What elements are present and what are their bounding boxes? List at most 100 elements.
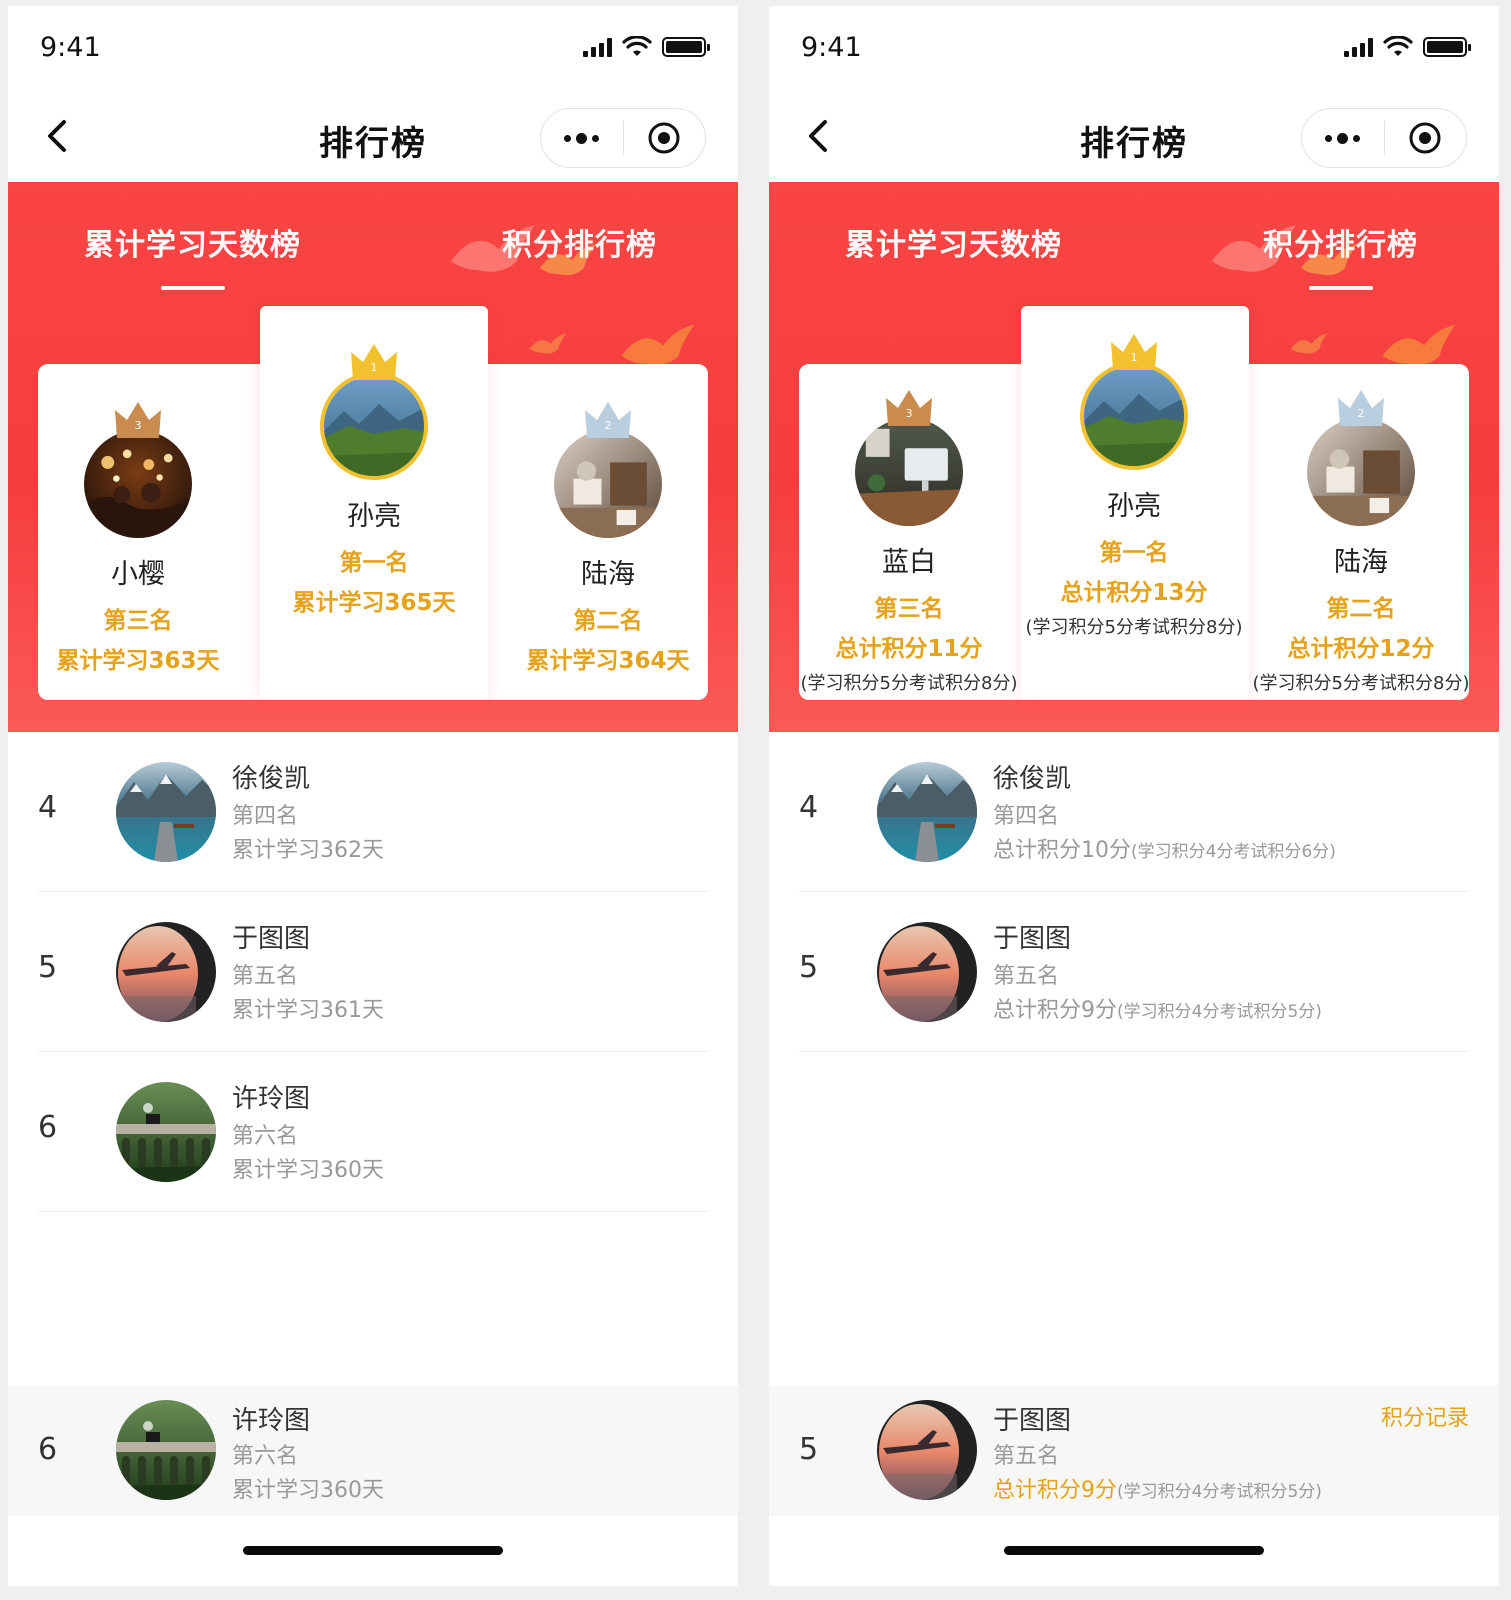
user-name: 许玲图: [232, 1084, 311, 1114]
svg-text:3: 3: [135, 419, 142, 432]
user-name: 于图图: [993, 924, 1072, 954]
podium-third[interactable]: 3 蓝白 第三名 总计积分11分 (学习积分5分考试积分8分): [799, 386, 1019, 695]
rank-label: 第五名: [993, 1444, 1060, 1469]
ranking-header: 累计学习天数榜 积分排行榜 3 蓝白 第三名 总计积分11分 (学习积分5分考试…: [769, 182, 1499, 732]
svg-text:2: 2: [605, 419, 612, 432]
rank-number: 5: [799, 1432, 819, 1467]
list-item[interactable]: 4 徐俊凯 第四名 总计积分10分(学习积分4分考试积分6分): [799, 732, 1469, 892]
podium-third[interactable]: 3 小樱 第三名 累计学习363天: [48, 398, 228, 675]
dove-decoration: [528, 332, 568, 358]
wifi-icon: [622, 36, 652, 56]
phone-screen-days: 9:41 排行榜 累计学习天数榜 积分排行榜 3 小樱 第三名 累计学习363天…: [8, 6, 738, 1586]
my-ranking-bar[interactable]: 5 于图图 第五名 总计积分9分(学习积分4分考试积分5分) 积分记录: [769, 1386, 1499, 1516]
podium-first[interactable]: 1 孙亮 第一名 总计积分13分 (学习积分5分考试积分8分): [1019, 330, 1249, 639]
more-icon[interactable]: [541, 109, 623, 167]
podium-rank: 第一名: [339, 550, 409, 576]
avatar: [877, 1400, 977, 1500]
rank-number: 5: [799, 950, 819, 985]
points-breakdown: (学习积分4分考试积分5分): [1117, 1002, 1322, 1022]
user-name: 徐俊凯: [993, 764, 1072, 794]
status-time: 9:41: [40, 32, 101, 63]
wifi-icon: [1383, 36, 1413, 56]
avatar: [877, 762, 977, 862]
phone-screen-points: 9:41 排行榜 累计学习天数榜 积分排行榜 3 蓝白 第三名 总计积分11分 …: [769, 6, 1499, 1586]
points-breakdown: (学习积分4分考试积分6分): [1131, 842, 1336, 862]
stat-label: 累计学习361天: [232, 998, 384, 1023]
mini-program-capsule: [1301, 108, 1467, 168]
avatar: [320, 372, 428, 480]
status-icons: [1344, 36, 1471, 58]
user-name: 徐俊凯: [232, 764, 311, 794]
dove-decoration: [1289, 332, 1329, 358]
ranking-list: 4 徐俊凯 第四名 累计学习362天 5 于图图 第五名 累计学习361天 6 …: [38, 732, 708, 1212]
more-icon[interactable]: [1302, 109, 1384, 167]
svg-text:3: 3: [906, 407, 913, 420]
podium-stat: 累计学习365天: [292, 590, 456, 616]
rank-label: 第六名: [232, 1124, 299, 1149]
user-name: 许玲图: [232, 1406, 311, 1436]
list-item[interactable]: 4 徐俊凯 第四名 累计学习362天: [38, 732, 708, 892]
podium-second[interactable]: 2 陆海 第二名 总计积分12分 (学习积分5分考试积分8分): [1251, 386, 1471, 695]
rank-label: 第四名: [232, 804, 299, 829]
stat-label: 累计学习362天: [232, 838, 384, 863]
mini-program-capsule: [540, 108, 706, 168]
podium-rank: 第三名: [103, 608, 173, 634]
list-item[interactable]: 6 许玲图 第六名 累计学习360天: [38, 1052, 708, 1212]
ranking-list: 4 徐俊凯 第四名 总计积分10分(学习积分4分考试积分6分) 5 于图图 第五…: [799, 732, 1469, 1052]
battery-icon: [1423, 37, 1471, 57]
tab-study-days-label: 累计学习天数榜: [845, 228, 1062, 263]
tab-points-label: 积分排行榜: [1263, 228, 1418, 263]
tab-study-days[interactable]: 累计学习天数榜: [845, 220, 1062, 264]
home-indicator[interactable]: [243, 1546, 503, 1555]
podium-sub-stat: (学习积分5分考试积分8分): [1025, 617, 1243, 638]
my-ranking-bar[interactable]: 6 许玲图 第六名 累计学习360天: [8, 1386, 738, 1516]
user-name: 于图图: [993, 1406, 1072, 1436]
rank-label: 第五名: [232, 964, 299, 989]
tab-points[interactable]: 积分排行榜: [502, 220, 657, 264]
avatar: [1080, 362, 1188, 470]
tab-points[interactable]: 积分排行榜: [1263, 220, 1418, 290]
avatar: [1307, 418, 1415, 526]
status-bar: 9:41: [769, 6, 1499, 94]
home-indicator[interactable]: [1004, 1546, 1264, 1555]
podium-stat: 总计积分13分: [1060, 580, 1208, 606]
podium-rank: 第一名: [1099, 540, 1169, 566]
podium-name: 小樱: [111, 559, 165, 590]
podium-sub-stat: (学习积分5分考试积分8分): [1252, 673, 1470, 694]
list-item[interactable]: 5 于图图 第五名 总计积分9分(学习积分4分考试积分5分): [799, 892, 1469, 1052]
podium-stat: 累计学习363天: [56, 648, 220, 674]
podium-first[interactable]: 1 孙亮 第一名 累计学习365天: [274, 340, 474, 617]
rank-label: 第四名: [993, 804, 1060, 829]
signal-icon: [583, 37, 612, 57]
podium-name: 陆海: [581, 559, 635, 590]
bronze-crown-icon: 3: [113, 398, 163, 440]
avatar: [116, 922, 216, 1022]
podium-stat: 累计学习364天: [526, 648, 690, 674]
svg-text:1: 1: [1131, 351, 1138, 364]
podium-stat: 总计积分12分: [1287, 636, 1435, 662]
list-item[interactable]: 5 于图图 第五名 累计学习361天: [38, 892, 708, 1052]
rank-label: 第五名: [993, 964, 1060, 989]
points-record-link[interactable]: 积分记录: [1381, 1400, 1469, 1432]
podium-rank: 第三名: [874, 596, 944, 622]
close-mini-program-icon[interactable]: [1385, 109, 1467, 167]
avatar: [116, 1400, 216, 1500]
total-points: 总计积分9分: [993, 998, 1117, 1023]
podium-second[interactable]: 2 陆海 第二名 累计学习364天: [518, 398, 698, 675]
bronze-crown-icon: 3: [884, 386, 934, 428]
close-mini-program-icon[interactable]: [624, 109, 706, 167]
stat-label: 累计学习360天: [232, 1158, 384, 1183]
avatar: [554, 430, 662, 538]
svg-text:2: 2: [1358, 407, 1365, 420]
podium-name: 蓝白: [882, 547, 936, 578]
podium-rank: 第二名: [573, 608, 643, 634]
avatar: [116, 762, 216, 862]
avatar: [855, 418, 963, 526]
stat-label: 总计积分9分(学习积分4分考试积分5分): [993, 992, 1322, 1024]
status-bar: 9:41: [8, 6, 738, 94]
tab-study-days[interactable]: 累计学习天数榜: [84, 220, 301, 290]
svg-text:1: 1: [371, 361, 378, 374]
podium-rank: 第二名: [1326, 596, 1396, 622]
nav-bar: 排行榜: [769, 94, 1499, 182]
avatar: [84, 430, 192, 538]
